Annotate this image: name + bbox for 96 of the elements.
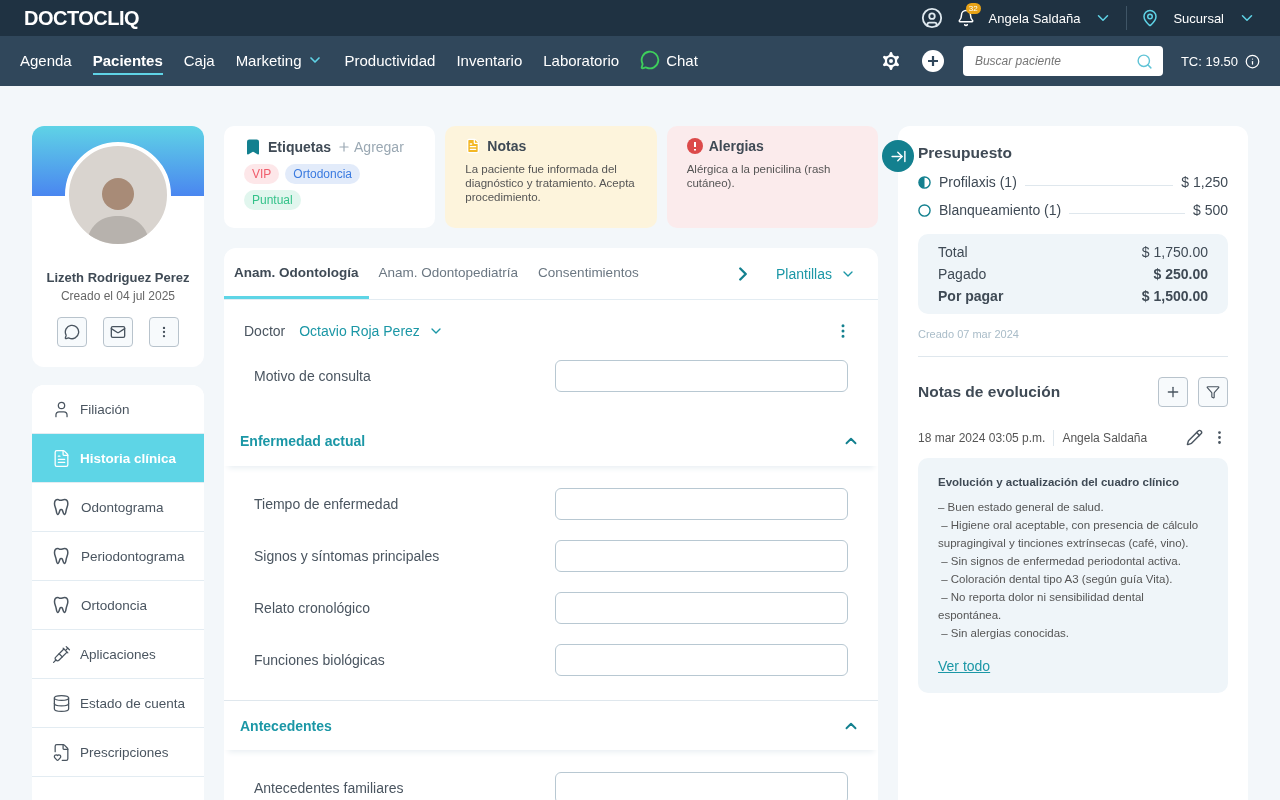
allergy-text: Alérgica a la penicilina (rash cutáneo). <box>686 162 832 190</box>
doctor-dropdown[interactable]: Octavio Roja Perez <box>299 323 444 339</box>
total-label: Total <box>938 244 968 260</box>
total-value: $ 250.00 <box>1153 266 1208 282</box>
sidebar-label: Aplicaciones <box>80 646 156 662</box>
email-button[interactable] <box>103 317 133 347</box>
tab[interactable]: Consentimientos <box>528 248 649 299</box>
alert-icon <box>686 138 703 154</box>
nav-link[interactable]: Chat <box>640 46 698 76</box>
edit-icon[interactable] <box>1186 429 1203 446</box>
prescription-icon <box>52 742 71 762</box>
exchange-rate: TC: 19.50 <box>1180 53 1238 69</box>
tooth-icon <box>52 595 72 615</box>
tag: Ortodoncia <box>285 164 361 184</box>
tag: VIP <box>244 164 280 184</box>
input-field[interactable] <box>555 644 848 676</box>
panel-title: Presupuesto <box>918 144 1013 162</box>
add-icon[interactable] <box>920 49 945 73</box>
mail-icon <box>110 324 126 340</box>
budget-item: Profilaxis (1) <box>939 174 1017 190</box>
tooth-icon <box>52 497 72 517</box>
sidebar-label: Estado de cuenta <box>80 695 186 711</box>
sidebar-label: Filiación <box>80 401 130 417</box>
plus-icon <box>1165 384 1181 400</box>
chat-icon <box>640 50 661 70</box>
tab[interactable]: Anam. Odontología <box>224 248 369 299</box>
tag: Puntual <box>244 190 301 210</box>
sidebar-label: Prescripciones <box>80 744 169 760</box>
card-title: Notas <box>487 138 527 154</box>
total-value: $ 1,750.00 <box>1141 244 1208 260</box>
nav-link[interactable]: Pacientes <box>92 47 163 75</box>
add-button[interactable] <box>1158 377 1188 407</box>
sidebar-label: Ortodoncia <box>81 597 148 613</box>
card-title: Etiquetas <box>268 139 331 155</box>
note-title: Evolución y actualización del cuadro clínico <box>938 476 1180 488</box>
nav-link[interactable]: Agenda <box>20 47 72 75</box>
note-text: – Buen estado general de salud. – Higiene oral aceptable, con presencia de cálculo supragingival y tinciones extrínsecas (café, vino). – Sin signos de enfermedad periodontal activa. – Coloración dental tipo A3 (según guía Vita). – No reporta dolor ni sensibilidad dental espontánea. – Sin alergias conocidas. <box>938 500 1200 641</box>
nav-link[interactable]: Laboratorio <box>543 47 620 75</box>
logo: DOCTOCLIQ <box>24 6 140 30</box>
input-field[interactable] <box>555 772 848 800</box>
created-date: Creado 07 mar 2024 <box>918 328 1228 357</box>
database-icon <box>52 693 71 713</box>
nav-link[interactable]: Productividad <box>344 47 436 75</box>
note-icon <box>465 138 482 154</box>
budget-amount: $ 1,250 <box>1181 174 1228 190</box>
budget-item: Blanqueamiento (1) <box>939 202 1062 218</box>
branch-name[interactable]: Sucursal <box>1173 10 1224 26</box>
total-label: Por pagar <box>938 288 1004 304</box>
tab[interactable]: Anam. Odontopediatría <box>368 248 529 299</box>
input-field[interactable] <box>555 540 848 572</box>
bell-icon[interactable] <box>956 9 975 27</box>
input-field[interactable] <box>555 488 848 520</box>
sidebar-label: Odontograma <box>81 499 164 515</box>
note-author: Angela Saldaña <box>1062 430 1148 445</box>
bookmark-icon <box>244 138 262 156</box>
section-title: Enfermedad actual <box>240 433 366 449</box>
input-field[interactable] <box>555 592 848 624</box>
doctor-label: Doctor <box>244 323 286 339</box>
budget-amount: $ 500 <box>1192 202 1228 218</box>
sidebar-label: Periodontograma <box>81 548 185 564</box>
filter-icon <box>1206 385 1220 399</box>
plus-icon <box>337 140 351 154</box>
filter-button[interactable] <box>1198 377 1228 407</box>
section-title: Antecedentes <box>240 717 332 734</box>
card-title: Alergias <box>708 138 764 154</box>
note-date: 18 mar 2024 03:05 p.m. <box>918 430 1046 445</box>
nav-link[interactable]: Caja <box>183 47 215 75</box>
tooth-icon <box>52 546 72 566</box>
section-title: Notas de evolución <box>918 383 1061 401</box>
field-label: Signos y síntomas principales <box>254 548 440 564</box>
field-label: Tiempo de enfermedad <box>254 496 399 512</box>
field-label: Motivo de consulta <box>254 368 371 384</box>
notification-count: 32 <box>965 3 981 14</box>
nav-link[interactable]: Inventario <box>456 47 523 75</box>
collapse-button[interactable] <box>882 140 914 172</box>
sidebar-label: Historia clínica <box>80 450 177 466</box>
total-label: Pagado <box>938 266 987 282</box>
field-label: Funciones biológicas <box>254 652 385 668</box>
patient-name: Lizeth Rodriguez Perez <box>46 270 190 285</box>
input-field[interactable] <box>555 360 848 392</box>
field-label: Relato cronológico <box>254 600 370 616</box>
chat-icon <box>64 324 80 340</box>
user-name[interactable]: Angela Saldaña <box>988 10 1081 26</box>
avatar-icon[interactable] <box>920 7 943 29</box>
location-pin-icon <box>1141 9 1160 27</box>
created-date: Creado el 04 jul 2025 <box>60 289 176 303</box>
search-field[interactable]: Buscar paciente <box>962 46 1163 76</box>
field-label: Antecedentes familiares <box>254 780 404 796</box>
syringe-icon <box>52 644 71 664</box>
note-text: La paciente fue informada del diagnóstico y tratamiento. Acepta procedimiento. <box>465 162 636 204</box>
total-value: $ 1,500.00 <box>1141 288 1208 304</box>
nav-link[interactable]: Marketing <box>235 47 324 75</box>
info-icon[interactable] <box>1245 53 1260 69</box>
document-icon <box>52 448 71 468</box>
user-icon <box>52 399 71 419</box>
whatsapp-button[interactable] <box>57 317 87 347</box>
